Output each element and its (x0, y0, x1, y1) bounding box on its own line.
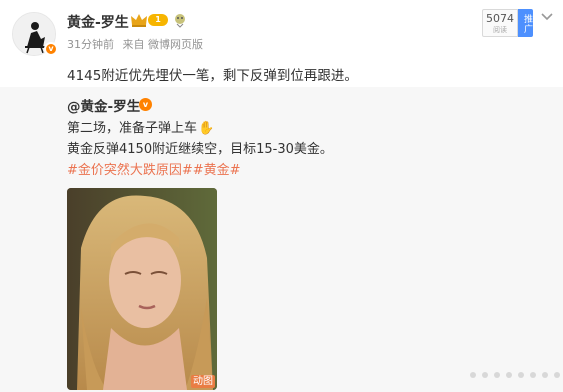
post-time[interactable]: 31分钟前 (67, 38, 114, 51)
read-count: 5074 (486, 12, 514, 25)
chevron-down-icon[interactable] (540, 12, 554, 22)
dot[interactable] (530, 372, 536, 378)
post-meta: 31分钟前 来自 微博网页版 (67, 36, 208, 52)
repost-line-1-text: 第二场，准备子弹上车 (67, 121, 198, 136)
dot[interactable] (542, 372, 548, 378)
gif-image[interactable]: 动图 (67, 188, 217, 390)
post-text: 4145附近优先埋伏一笔，剩下反弹到位再跟进。 (67, 68, 358, 84)
verified-icon: v (139, 98, 152, 111)
gif-badge: 动图 (191, 375, 215, 388)
carousel-dots (470, 372, 563, 380)
dot[interactable] (482, 372, 488, 378)
read-count-box: 5074 阅读 (482, 9, 518, 37)
dot[interactable] (470, 372, 476, 378)
dot[interactable] (506, 372, 512, 378)
girl-photo-icon (67, 188, 217, 390)
level-badge[interactable]: 1 (148, 14, 168, 26)
repost-line-2: 黄金反弹4150附近继续空，目标15-30美金。 (67, 142, 333, 157)
author-name[interactable]: 黄金-罗生 (67, 12, 129, 32)
sticker-icon[interactable] (173, 12, 187, 28)
dot[interactable] (554, 372, 560, 378)
post-source: 来自 微博网页版 (122, 38, 204, 51)
repost-author[interactable]: @黄金-罗生 (67, 95, 140, 115)
dot[interactable] (494, 372, 500, 378)
promote-button[interactable]: 推广 (518, 9, 533, 37)
clap-icon: ✋ (198, 121, 215, 136)
read-label: 阅读 (493, 26, 507, 34)
repost-container[interactable]: @黄金-罗生 v 第二场，准备子弹上车✋ 黄金反弹4150附近继续空，目标15-… (0, 87, 563, 392)
repost-line-1: 第二场，准备子弹上车✋ (67, 117, 214, 136)
hashtag-links[interactable]: #金价突然大跌原因##黄金# (67, 159, 241, 178)
crown-icon[interactable] (130, 12, 148, 28)
weibo-post-card: v 黄金-罗生 1 31分钟前 来自 微博网页版 5074 阅读 推广 4145… (0, 0, 563, 392)
dot[interactable] (518, 372, 524, 378)
verified-badge: v (44, 42, 58, 56)
